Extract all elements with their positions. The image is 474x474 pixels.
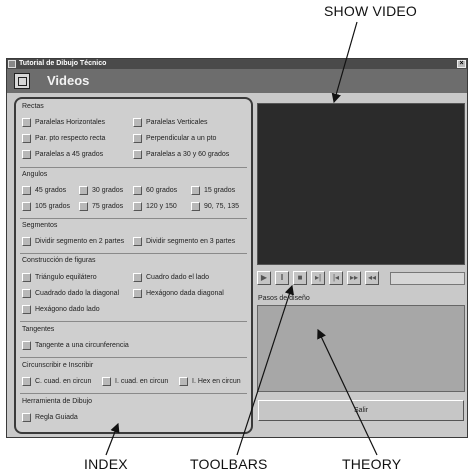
checkbox[interactable] [22, 305, 31, 314]
checkbox[interactable] [179, 377, 188, 386]
checkbox[interactable] [133, 186, 142, 195]
section-title-rectas: Rectas [22, 103, 44, 110]
pause-icon[interactable]: ‖ [275, 271, 289, 285]
checkbox[interactable] [22, 186, 31, 195]
checkbox[interactable] [133, 118, 142, 127]
annotation-toolbars: TOOLBARS [190, 456, 268, 472]
title-bar: Tutorial de Dibujo Técnico × [7, 59, 467, 69]
section-title-circunscribir: Circunscribir e Inscribir [22, 362, 94, 369]
step-forward-icon[interactable]: ▸| [311, 271, 325, 285]
app-window: Tutorial de Dibujo Técnico × Videos Rect… [6, 58, 468, 438]
checkbox[interactable] [133, 289, 142, 298]
checkbox[interactable] [191, 202, 200, 211]
close-icon[interactable]: × [457, 60, 466, 68]
annotation-theory: THEORY [342, 456, 402, 472]
checkbox[interactable] [22, 289, 31, 298]
fast-forward-icon[interactable]: ▸▸ [347, 271, 361, 285]
system-menu-icon[interactable] [8, 60, 16, 68]
checkbox[interactable] [22, 341, 31, 350]
divider [20, 253, 247, 254]
checkbox[interactable] [79, 202, 88, 211]
step-back-icon[interactable]: |◂ [329, 271, 343, 285]
annotation-show-video: SHOW VIDEO [324, 3, 418, 19]
checkbox[interactable] [79, 186, 88, 195]
video-progress-bar[interactable] [390, 272, 465, 285]
section-title-segmentos: Segmentos [22, 222, 58, 229]
exit-button[interactable]: Salir [258, 400, 464, 421]
section-title-figuras: Construcción de figuras [22, 257, 96, 264]
section-title-herramienta: Herramienta de Dibujo [22, 398, 93, 405]
header-title: Videos [47, 73, 90, 88]
checkbox[interactable] [191, 186, 200, 195]
section-title-tangentes: Tangentes [22, 326, 55, 333]
annotation-index: INDEX [84, 456, 128, 472]
checkbox[interactable] [102, 377, 111, 386]
checkbox[interactable] [22, 413, 31, 422]
divider [20, 218, 247, 219]
video-display [257, 103, 465, 265]
checkbox[interactable] [133, 150, 142, 159]
checkbox[interactable] [133, 202, 142, 211]
divider [20, 357, 247, 358]
divider [20, 321, 247, 322]
checkbox[interactable] [133, 134, 142, 143]
play-icon[interactable]: ▶ [257, 271, 271, 285]
window-title: Tutorial de Dibujo Técnico [19, 60, 107, 67]
checkbox[interactable] [22, 273, 31, 282]
checkbox[interactable] [22, 377, 31, 386]
checkbox[interactable] [22, 237, 31, 246]
theory-label: Pasos de diseño [258, 295, 310, 302]
checkbox[interactable] [133, 237, 142, 246]
stop-icon[interactable]: ■ [293, 271, 307, 285]
app-icon [14, 73, 30, 89]
video-toolbar: ▶ ‖ ■ ▸| |◂ ▸▸ ◂◂ [257, 271, 387, 287]
divider [20, 393, 247, 394]
checkbox[interactable] [22, 134, 31, 143]
checkbox[interactable] [22, 118, 31, 127]
index-panel: Rectas Paralelas Horizontales Paralelas … [14, 97, 253, 434]
checkbox[interactable] [22, 150, 31, 159]
theory-panel [257, 305, 465, 392]
checkbox[interactable] [22, 202, 31, 211]
app-header: Videos [7, 69, 467, 93]
divider [20, 167, 247, 168]
rewind-icon[interactable]: ◂◂ [365, 271, 379, 285]
section-title-angulos: Angulos [22, 171, 48, 178]
checkbox[interactable] [133, 273, 142, 282]
